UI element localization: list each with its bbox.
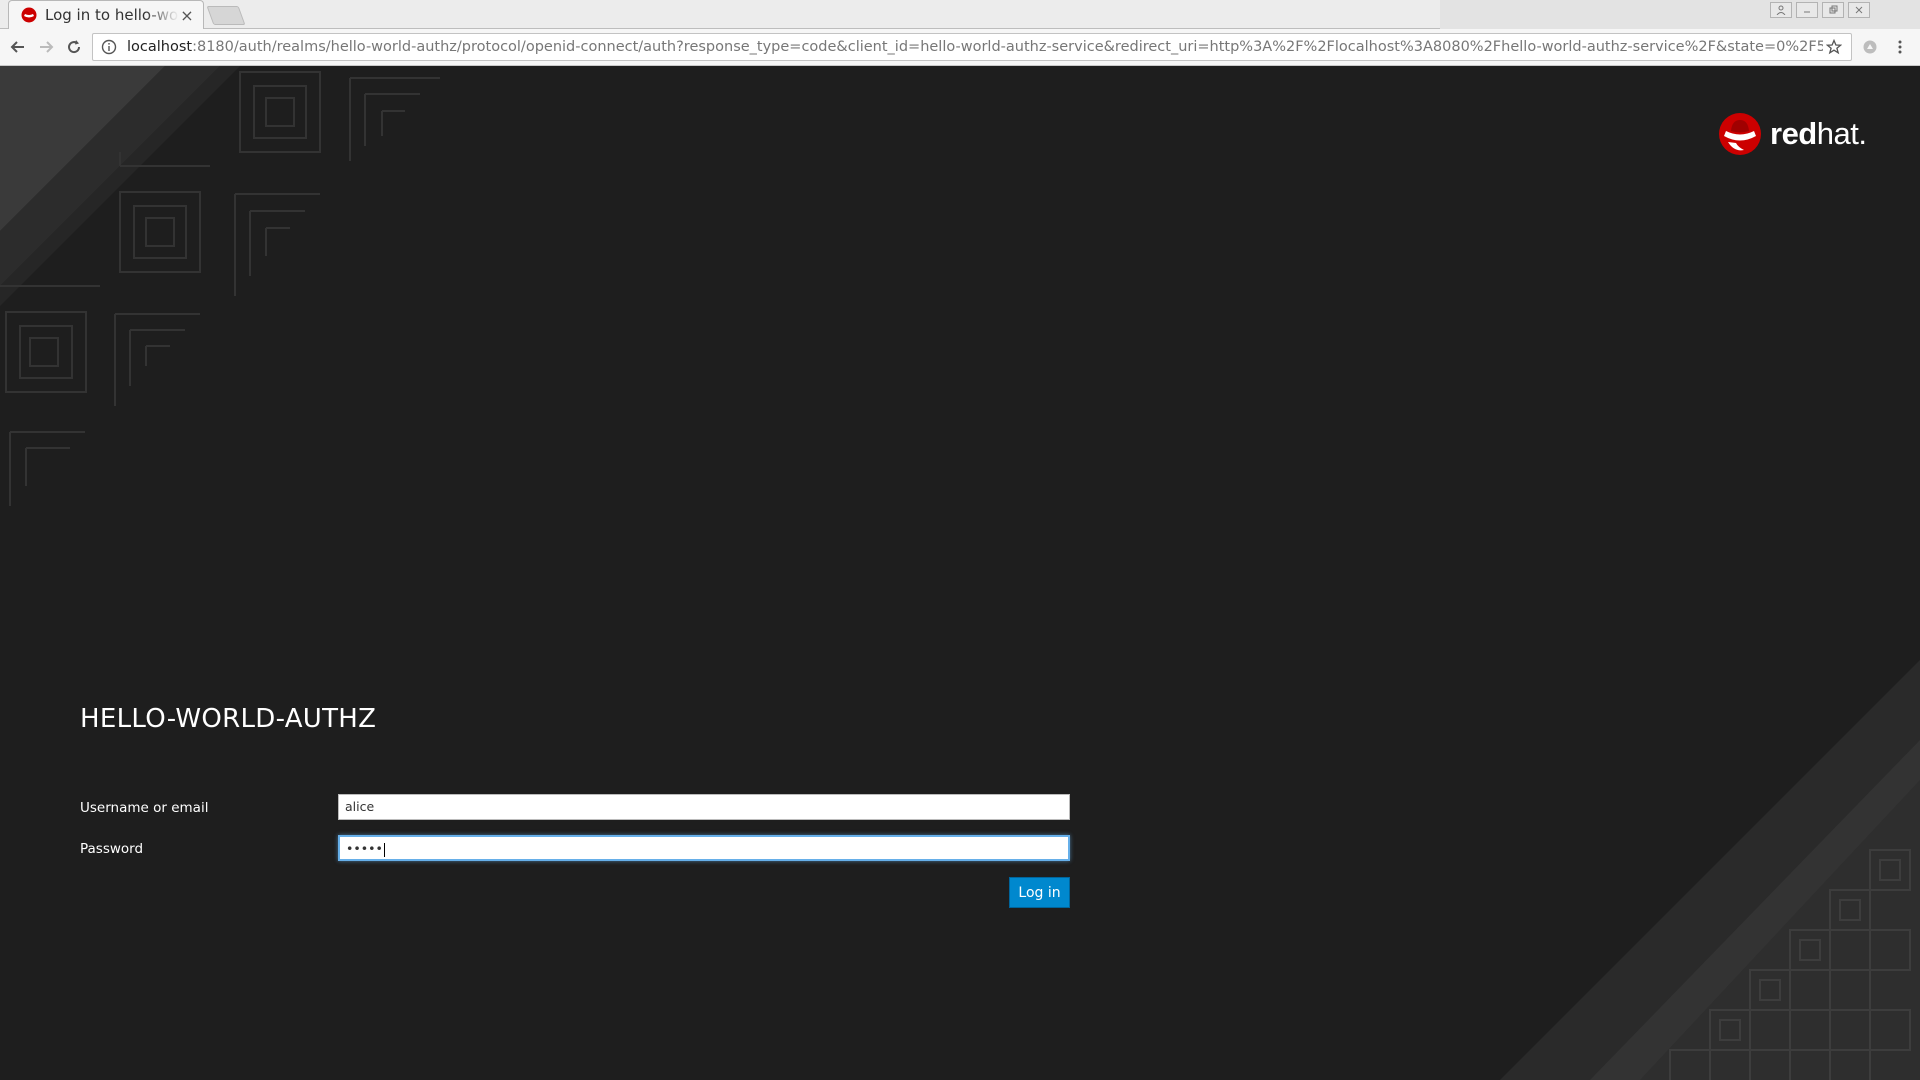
browser-tab[interactable]: Log in to hello-world-authz × — [8, 0, 204, 29]
background-pattern-top-left — [0, 66, 440, 506]
username-value: alice — [345, 799, 375, 814]
background-pattern-bottom-right — [1500, 660, 1920, 1080]
profile-icon[interactable] — [1770, 2, 1792, 18]
url-path: :8180/auth/realms/hello-world-authz/prot… — [192, 39, 1823, 55]
redhat-favicon-icon — [21, 7, 37, 23]
username-input[interactable]: alice — [338, 794, 1070, 820]
info-icon[interactable] — [101, 39, 117, 55]
url-text: localhost:8180/auth/realms/hello-world-a… — [127, 39, 1823, 55]
restore-icon[interactable] — [1822, 2, 1844, 18]
browser-tabstrip: Log in to hello-world-authz × — [0, 0, 1920, 29]
extension-icon[interactable] — [1858, 35, 1882, 59]
wordmark-bold: red — [1770, 116, 1817, 151]
shadowman-logo-icon — [1719, 113, 1761, 155]
tab-close-icon[interactable]: × — [179, 6, 195, 25]
tab-title: Log in to hello-world-authz — [45, 6, 179, 24]
password-input[interactable]: ••••• — [338, 835, 1070, 861]
address-bar[interactable]: localhost:8180/auth/realms/hello-world-a… — [92, 33, 1852, 61]
realm-title: HELLO-WORLD-AUTHZ — [80, 704, 377, 734]
login-page: redhat. HELLO-WORLD-AUTHZ Username or em… — [0, 66, 1920, 1080]
browser-toolbar: localhost:8180/auth/realms/hello-world-a… — [0, 29, 1920, 66]
username-label: Username or email — [80, 800, 209, 816]
close-window-icon[interactable] — [1848, 2, 1870, 18]
redhat-logo: redhat. — [1718, 112, 1867, 156]
forward-arrow-icon[interactable] — [34, 35, 58, 59]
password-value: ••••• — [346, 841, 383, 856]
wordmark-light: hat. — [1816, 116, 1867, 151]
url-host: localhost — [127, 39, 193, 55]
login-button[interactable]: Log in — [1009, 877, 1070, 908]
text-caret — [383, 842, 385, 857]
back-arrow-icon[interactable] — [6, 35, 30, 59]
tabstrip-window-area — [1440, 0, 1920, 29]
password-label: Password — [80, 841, 144, 857]
minimize-icon[interactable] — [1796, 2, 1818, 18]
menu-kebab-icon[interactable] — [1888, 35, 1912, 59]
bookmark-star-icon[interactable] — [1823, 36, 1845, 58]
new-tab-button[interactable] — [206, 6, 246, 25]
redhat-wordmark: redhat. — [1770, 116, 1867, 152]
reload-icon[interactable] — [62, 35, 86, 59]
